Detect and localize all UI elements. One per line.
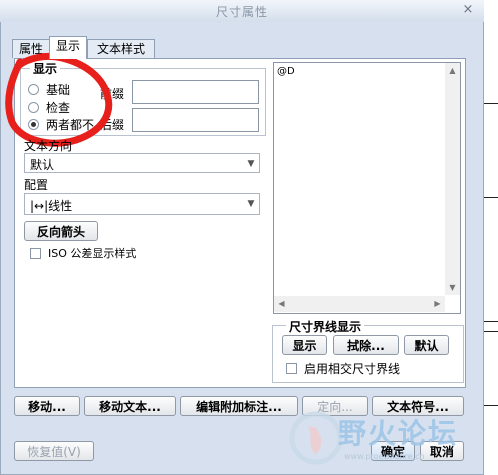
text-direction-label: 文本方向 [24,139,73,153]
erase-button[interactable]: 拭除... [333,335,399,355]
watermark-logo [289,411,343,465]
dimension-text-area[interactable] [273,62,461,314]
dialog-title: 尺寸属性 [215,5,268,19]
background-line [484,331,498,332]
intersect-extension-checkbox[interactable] [286,363,297,374]
tab-display[interactable]: 显示 [49,36,87,59]
edit-attachment-button[interactable]: 编辑附加标注... [180,396,298,416]
background-canvas [484,0,498,475]
text-direction-select[interactable]: 默认 ▼ [24,153,260,173]
scroll-right-icon[interactable]: ▶ [430,296,445,311]
tab-display-label: 显示 [55,39,80,53]
move-button[interactable]: 移动... [14,396,80,416]
vertical-scrollbar[interactable]: ▲ ▼ [445,63,460,295]
watermark-brand: 野火论坛 [338,417,459,450]
background-line [484,197,498,198]
chevron-down-icon: ▼ [247,199,255,209]
show-button[interactable]: 显示 [282,335,327,355]
restore-values-button[interactable]: 恢复值(V) [14,441,94,461]
scroll-up-icon[interactable]: ▲ [445,63,460,78]
background-line [484,405,498,406]
text-direction-value: 默认 [30,158,55,172]
scroll-left-icon[interactable]: ◀ [274,296,289,311]
config-label: 配置 [24,178,49,192]
dimension-text-value: @D [277,66,295,77]
chevron-down-icon: ▼ [247,159,255,169]
extension-line-legend: 尺寸界线显示 [286,318,365,335]
background-line [484,103,498,104]
move-text-button[interactable]: 移动文本... [84,396,176,416]
horizontal-scrollbar[interactable]: ◀ ▶ [274,296,445,312]
suffix-input[interactable] [132,108,259,132]
scroll-down-icon[interactable]: ▼ [445,280,460,295]
intersect-extension-label: 启用相交尺寸界线 [304,362,401,376]
prefix-input[interactable] [132,80,259,104]
background-line [484,321,498,322]
watermark-url: www.proewildfire.cn [344,452,425,461]
iso-tolerance-label: ISO 公差显示样式 [48,247,137,260]
reverse-arrow-button[interactable]: 反向箭头 [24,221,98,241]
config-select[interactable]: |↔|线性 ▼ [24,193,260,215]
close-icon[interactable]: × [461,2,475,18]
default-button[interactable]: 默认 [404,335,449,355]
config-value: |↔|线性 [30,199,73,213]
iso-tolerance-checkbox[interactable] [30,248,41,259]
